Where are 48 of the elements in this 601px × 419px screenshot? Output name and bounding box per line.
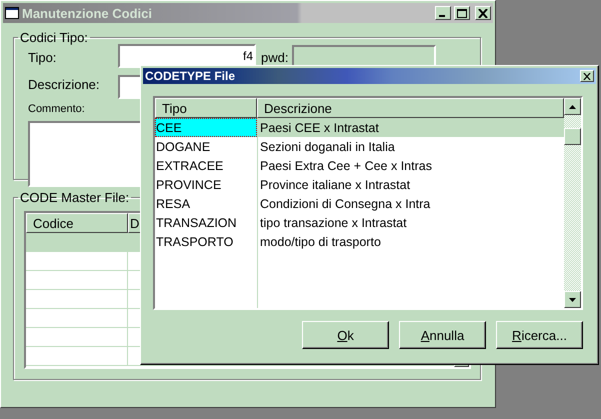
up-arrow-icon (569, 104, 576, 108)
list-row[interactable]: TRASPORTO modo/tipo di trasporto (155, 232, 564, 251)
close-icon (478, 8, 488, 18)
group-title: CODE Master File: (19, 190, 130, 205)
table-cell-text: TRASPORTO (155, 234, 234, 250)
scroll-thumb[interactable] (564, 128, 581, 145)
window-title: Manutenzione Codici (22, 6, 153, 20)
window-icon (5, 7, 19, 19)
table-cell: CEE (155, 118, 257, 137)
close-button[interactable] (580, 70, 594, 82)
key-hint: f4 (242, 49, 254, 63)
list-row[interactable]: TRANSAZION tipo transazione x Intrastat (155, 213, 564, 232)
down-arrow-icon (569, 298, 576, 302)
table-cell-text: Paesi CEE x Intrastat (259, 120, 380, 136)
dialog-title: CODETYPE File (145, 69, 236, 83)
minimize-icon (439, 15, 445, 17)
group-title: Codici Tipo: (19, 30, 89, 45)
list-row[interactable]: PROVINCE Province italiane x Intrastat (155, 175, 564, 194)
table-cell-text: Sezioni doganali in Italia (259, 138, 396, 156)
column-header[interactable]: Codice (26, 213, 128, 233)
maximize-icon (457, 8, 467, 18)
scroll-down-button[interactable] (564, 291, 581, 308)
dialog-button[interactable]: Ok (302, 321, 389, 349)
table-cell-text: tipo transazione x Intrastat (259, 214, 408, 232)
list-row[interactable]: EXTRACEE Paesi Extra Cee + Cee x Intras (155, 156, 564, 175)
field-label: Commento: (28, 103, 85, 115)
table-cell-text: modo/tipo di trasporto (259, 234, 382, 251)
table-cell-text: Condizioni di Consegna x Intra (259, 196, 432, 213)
list-row[interactable]: CEE Paesi CEE x Intrastat (155, 118, 564, 137)
scroll-up-button[interactable] (564, 98, 581, 115)
scrollbar[interactable] (564, 98, 581, 308)
table-cell-text: RESA (155, 196, 192, 212)
column-header[interactable]: Descrizione (257, 98, 564, 118)
table-cell-text: DOGANE (155, 138, 212, 156)
dialog-button[interactable]: Annulla (399, 321, 486, 349)
table-cell-text: Province italiane x Intrastat (259, 176, 412, 194)
table-cell-text: Paesi Extra Cee + Cee x Intras (259, 158, 433, 174)
field-label: Tipo: (28, 50, 58, 64)
close-icon (583, 72, 591, 80)
field-label: pwd: (261, 50, 288, 64)
table-cell-text: TRANSAZION (155, 214, 238, 232)
table-cell-text: EXTRACEE (155, 158, 224, 174)
dialog-button[interactable]: Ricerca... (496, 321, 583, 349)
list-row[interactable]: DOGANE Sezioni doganali in Italia (155, 137, 564, 156)
field-label: Descrizione: (28, 76, 101, 92)
column-header[interactable]: Tipo (155, 98, 257, 118)
list-row[interactable]: RESA Condizioni di Consegna x Intra (155, 194, 564, 213)
table-cell-text: PROVINCE (155, 176, 222, 194)
